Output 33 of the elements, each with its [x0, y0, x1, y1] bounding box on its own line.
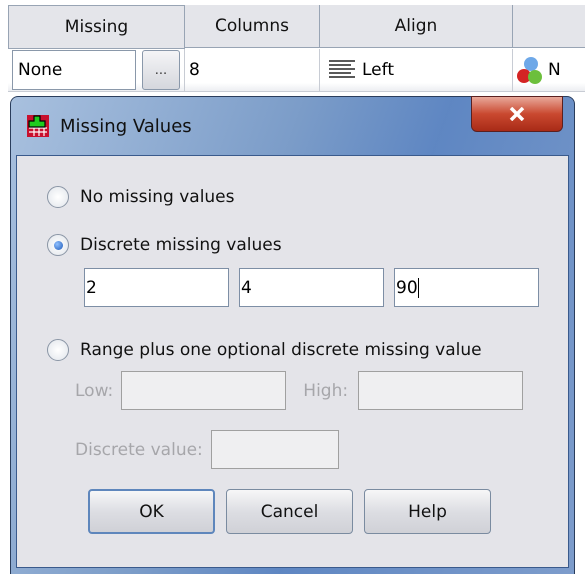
- value-field[interactable]: 90: [394, 268, 539, 307]
- window-title: Missing Values: [60, 116, 192, 136]
- discrete-value-field[interactable]: [210, 430, 339, 469]
- column-header[interactable]: Align: [320, 5, 513, 48]
- field-label: High:: [303, 380, 348, 400]
- table-cell: Left: [362, 60, 394, 80]
- missing-value-field[interactable]: None: [12, 50, 136, 90]
- low-field[interactable]: [121, 371, 286, 410]
- column-header[interactable]: Missing: [8, 5, 185, 49]
- value-field[interactable]: 2: [84, 268, 229, 307]
- ellipsis-button[interactable]: ...: [142, 50, 180, 90]
- radio-button[interactable]: [47, 186, 69, 208]
- grid-plus-icon: [26, 114, 50, 138]
- dialog-button[interactable]: Help: [364, 489, 491, 534]
- column-header[interactable]: [513, 5, 585, 48]
- option-label[interactable]: No missing values: [80, 187, 235, 207]
- field-label: Discrete value:: [75, 440, 203, 460]
- option-label[interactable]: Discrete missing values: [80, 235, 282, 255]
- field-label: Low:: [75, 380, 114, 400]
- close-icon: [508, 107, 526, 121]
- option-label[interactable]: Range plus one optional discrete missing value: [80, 340, 482, 360]
- value-field[interactable]: 4: [239, 268, 384, 307]
- nominal-measure-icon: [516, 55, 542, 85]
- table-cell: N: [548, 60, 561, 80]
- dialog-button[interactable]: Cancel: [226, 489, 353, 534]
- table-cell: 8: [189, 60, 200, 80]
- close-button[interactable]: [471, 96, 563, 132]
- dialog-button[interactable]: OK: [88, 489, 215, 534]
- radio-button[interactable]: [47, 234, 69, 256]
- radio-button[interactable]: [47, 339, 69, 361]
- high-field[interactable]: [358, 371, 524, 410]
- align-left-icon: [328, 59, 356, 81]
- column-header[interactable]: Columns: [185, 5, 320, 48]
